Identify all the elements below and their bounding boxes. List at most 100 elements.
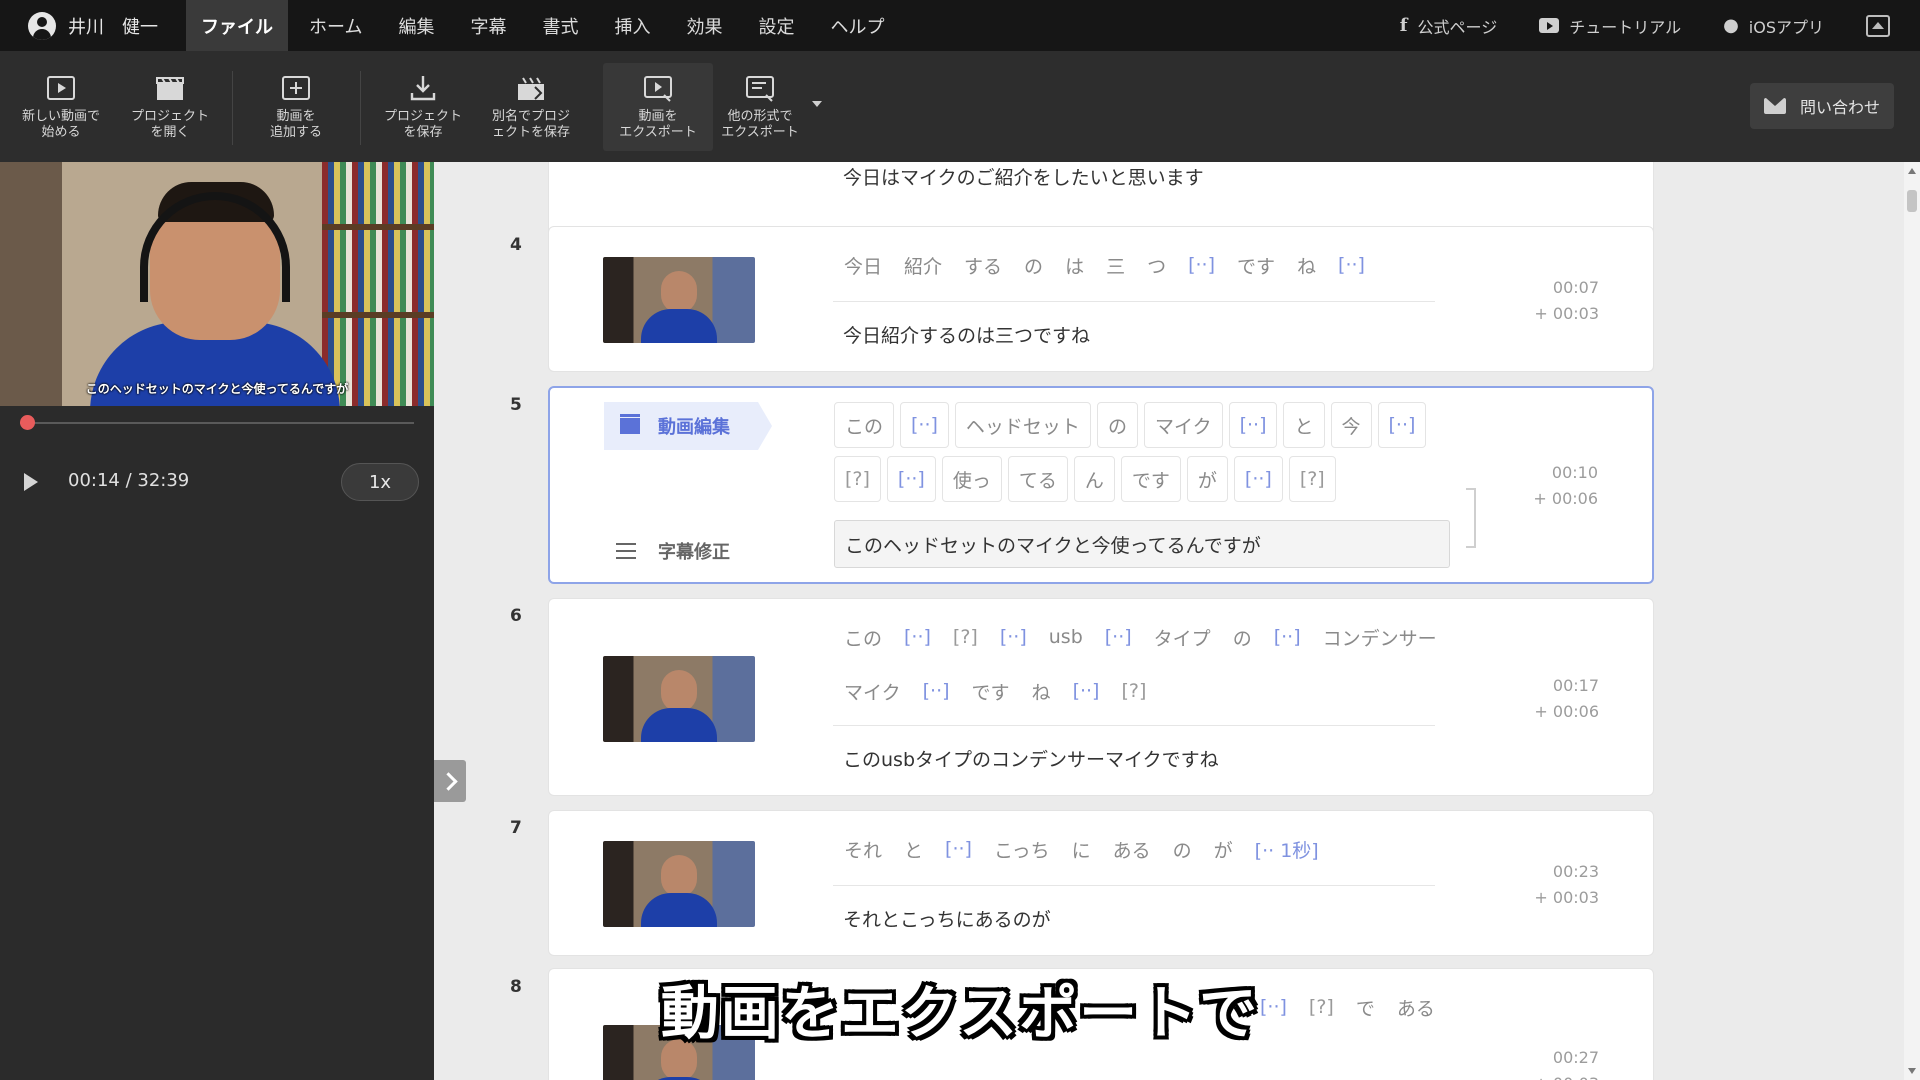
word[interactable]: の — [1013, 243, 1054, 287]
save-as-button[interactable]: 別名でプロジ ェクトを保存 — [476, 63, 586, 151]
tab-format[interactable]: 書式 — [527, 0, 593, 51]
transcript-row-5[interactable]: 動画編集 この [··] ヘッドセット の マイク [··] と 今 [··] … — [548, 386, 1654, 584]
subtitle-input[interactable]: このヘッドセットのマイクと今使ってるんですが — [834, 520, 1450, 568]
tab-insert[interactable]: 挿入 — [599, 0, 665, 51]
play-icon[interactable] — [24, 473, 38, 491]
tab-home[interactable]: ホーム — [294, 0, 377, 51]
scrollbar[interactable] — [1904, 162, 1920, 1080]
pause-tag[interactable]: [··] — [1327, 243, 1376, 287]
word[interactable]: の — [1222, 615, 1263, 659]
word[interactable]: です — [1120, 456, 1181, 502]
unknown-tag[interactable]: [?] — [1288, 456, 1336, 502]
word[interactable]: が — [1203, 827, 1244, 871]
tab-settings[interactable]: 設定 — [743, 0, 809, 51]
word[interactable]: 三 — [1095, 243, 1136, 287]
open-project-button[interactable]: プロジェクト を開く — [115, 63, 225, 151]
word[interactable]: ある — [1102, 827, 1162, 871]
unknown-tag[interactable]: [?] — [942, 615, 989, 659]
add-video-button[interactable]: 動画を 追加する — [241, 63, 351, 151]
word[interactable]: 使っ — [941, 456, 1002, 502]
pause-tag[interactable]: [··] — [886, 456, 936, 502]
export-video-button[interactable]: 動画を エクスポート — [603, 63, 713, 151]
pause-tag[interactable]: [··] — [989, 615, 1038, 659]
word[interactable]: と — [893, 827, 934, 871]
pause-tag[interactable]: [··] — [893, 615, 942, 659]
tab-effects[interactable]: 効果 — [671, 0, 737, 51]
word[interactable]: する — [953, 243, 1013, 287]
word[interactable]: それ — [833, 827, 893, 871]
pause-tag[interactable]: [··] — [1228, 402, 1278, 448]
tab-edit[interactable]: 編集 — [383, 0, 449, 51]
word[interactable]: に — [1061, 827, 1102, 871]
collapse-ribbon-button[interactable] — [1866, 14, 1890, 37]
new-video-button[interactable]: 新しい動画で 始める — [6, 63, 116, 151]
word[interactable]: ね — [1286, 243, 1327, 287]
expand-panel-chevron-icon[interactable] — [434, 760, 466, 802]
word[interactable]: この — [833, 615, 893, 659]
save-project-button[interactable]: プロジェクト を保存 — [368, 63, 478, 151]
tab-help[interactable]: ヘルプ — [815, 0, 899, 51]
word[interactable]: タイプ — [1143, 615, 1222, 659]
pause-tag[interactable]: [··] — [1062, 669, 1111, 713]
word[interactable]: です — [961, 669, 1021, 713]
word[interactable]: は — [1054, 243, 1095, 287]
pause-tag[interactable]: [·· 1秒] — [1244, 827, 1330, 871]
pause-tag[interactable]: [··] — [934, 827, 983, 871]
word[interactable]: 今 — [1330, 402, 1372, 448]
video-preview[interactable]: このヘッドセットのマイクと今使ってるんですが — [0, 162, 434, 406]
word[interactable]: マイク — [833, 669, 912, 713]
transcript-row-7[interactable]: それ と [··] こっち に ある の が [·· 1秒] それとこっちにある… — [548, 810, 1654, 956]
word[interactable]: と — [1283, 402, 1325, 448]
word[interactable]: です — [1226, 243, 1286, 287]
export-dropdown-arrow-icon[interactable] — [812, 101, 822, 107]
export-other-button[interactable]: 他の形式で エクスポート — [705, 63, 815, 151]
pause-tag[interactable]: [··] — [900, 402, 949, 448]
user-account[interactable]: 井川 健一 — [0, 0, 186, 51]
unknown-tag[interactable]: [?] — [834, 456, 881, 502]
word[interactable]: が — [1186, 456, 1228, 502]
word[interactable]: こっち — [983, 827, 1061, 871]
word[interactable]: usb — [1038, 615, 1094, 659]
pause-tag[interactable]: [··] — [1177, 243, 1226, 287]
transcript-row-6[interactable]: この [··] [?] [··] usb [··] タイプ の [··] コンデ… — [548, 598, 1654, 796]
row-6-thumbnail[interactable] — [603, 656, 755, 742]
word[interactable]: マイク — [1143, 402, 1223, 448]
word[interactable]: つ — [1136, 243, 1177, 287]
word[interactable]: の — [1162, 827, 1203, 871]
playback-speed-button[interactable]: 1x — [341, 463, 419, 501]
video-edit-badge[interactable]: 動画編集 — [604, 402, 772, 450]
tutorial-link[interactable]: チュートリアル — [1539, 14, 1681, 38]
official-page-link[interactable]: f 公式ページ — [1400, 14, 1497, 38]
scroll-thumb[interactable] — [1907, 190, 1917, 212]
pause-tag[interactable]: [··] — [1094, 615, 1143, 659]
row-4-thumbnail[interactable] — [603, 257, 755, 343]
word[interactable]: ヘッドセット — [954, 402, 1091, 448]
row-4-sentence[interactable]: 今日紹介するのは三つですね — [843, 321, 1090, 348]
word[interactable]: ん — [1073, 456, 1115, 502]
word[interactable]: この — [834, 402, 895, 448]
word[interactable]: の — [1096, 402, 1138, 448]
row-7-sentence[interactable]: それとこっちにあるのが — [843, 905, 1051, 932]
seek-bar[interactable] — [20, 422, 414, 424]
row-6-sentence[interactable]: このusbタイプのコンデンサーマイクですね — [843, 745, 1219, 772]
tab-file[interactable]: ファイル — [186, 0, 288, 51]
word[interactable]: てる — [1007, 456, 1068, 502]
pause-tag[interactable]: [··] — [1263, 615, 1312, 659]
pause-tag[interactable]: [··] — [1377, 402, 1427, 448]
row-7-thumbnail[interactable] — [603, 841, 755, 927]
tab-subtitles[interactable]: 字幕 — [455, 0, 521, 51]
contact-button[interactable]: 問い合わせ — [1750, 83, 1894, 129]
row-3-sentence[interactable]: 今日はマイクのご紹介をしたいと思います — [843, 163, 1204, 190]
scroll-up-arrow-icon[interactable] — [1908, 168, 1916, 174]
word[interactable]: ね — [1021, 669, 1062, 713]
word[interactable]: 紹介 — [893, 243, 953, 287]
ios-app-link[interactable]: ● iOSアプリ — [1723, 14, 1824, 38]
pause-tag[interactable]: [··] — [1233, 456, 1283, 502]
word[interactable]: コンデンサー — [1312, 615, 1448, 659]
seek-handle[interactable] — [19, 415, 35, 430]
transcript-row-4[interactable]: 今日 紹介 する の は 三 つ [··] です ね [··] 今日紹介するのは… — [548, 226, 1654, 372]
word[interactable]: 今日 — [833, 243, 893, 287]
unknown-tag[interactable]: [?] — [1110, 669, 1157, 713]
pause-tag[interactable]: [··] — [912, 669, 961, 713]
scroll-down-arrow-icon[interactable] — [1908, 1068, 1916, 1074]
